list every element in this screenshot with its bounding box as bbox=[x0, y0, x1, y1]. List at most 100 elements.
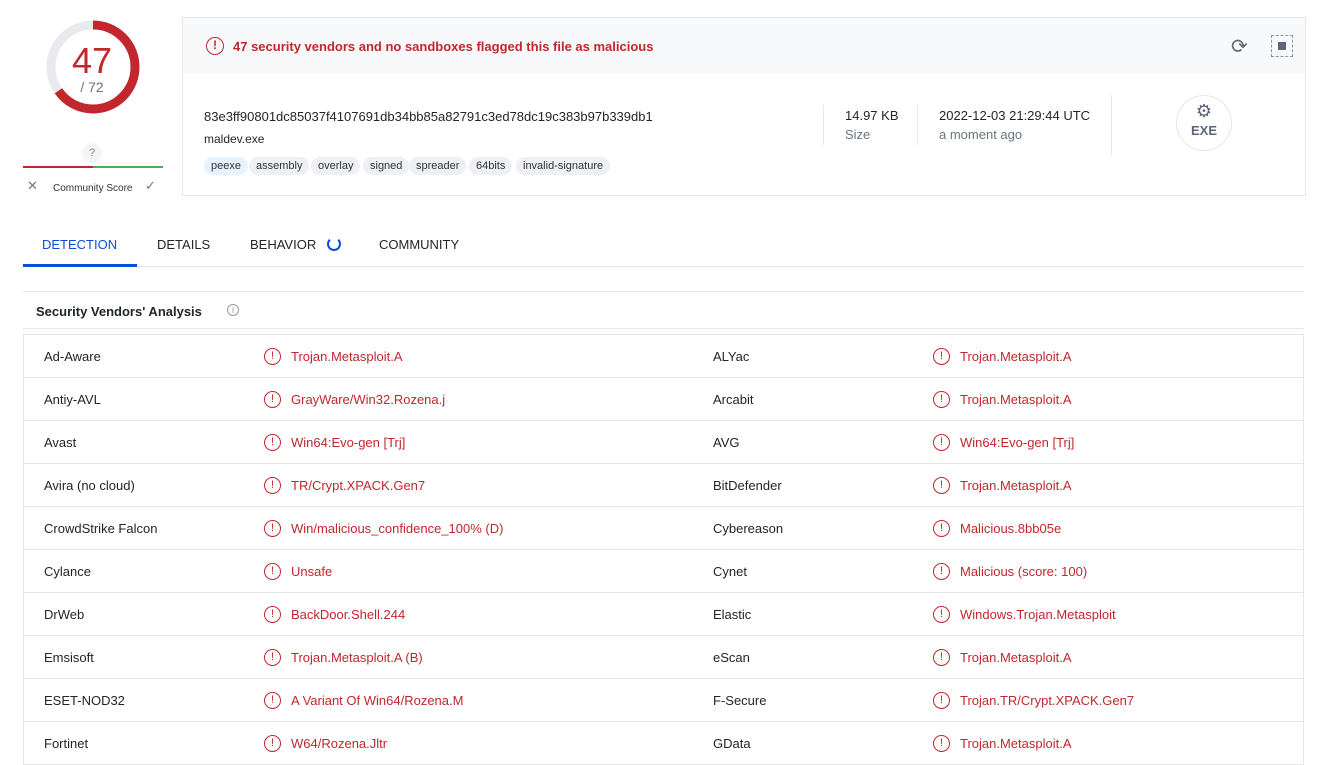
detection-result: Windows.Trojan.Metasploit bbox=[960, 607, 1116, 622]
table-row: Fortinet! W64/Rozena.Jltr GData! Trojan.Met… bbox=[24, 722, 1303, 765]
vendor-name: DrWeb bbox=[44, 607, 85, 622]
alert-icon: ! bbox=[933, 606, 950, 623]
reanalyze-icon[interactable]: ⟳ bbox=[1231, 34, 1248, 59]
vendor-name: Ad-Aware bbox=[44, 349, 101, 364]
alert-icon: ! bbox=[264, 606, 281, 623]
detection-result: A Variant Of Win64/Rozena.M bbox=[291, 693, 464, 708]
tag-peexe[interactable]: peexe bbox=[204, 157, 248, 175]
alert-icon: ! bbox=[206, 37, 224, 55]
vendor-name: eScan bbox=[713, 650, 750, 665]
table-row: Emsisoft! Trojan.Metasploit.A (B) eScan! Tr… bbox=[24, 636, 1303, 679]
gears-icon: ⚙ bbox=[1195, 101, 1213, 121]
vendor-name: Avast bbox=[44, 435, 77, 450]
section-title: Security Vendors' Analysis bbox=[36, 304, 202, 319]
vendor-name: F-Secure bbox=[713, 693, 767, 708]
detection-banner: ! 47 security vendors and no sandboxes f… bbox=[183, 18, 1305, 74]
detection-total: / 72 bbox=[80, 79, 104, 95]
detection-result: Trojan.Metasploit.A bbox=[960, 650, 1072, 665]
alert-icon: ! bbox=[933, 477, 950, 494]
vendor-name: ALYac bbox=[713, 349, 750, 364]
loading-spinner-icon bbox=[327, 237, 341, 251]
alert-icon: ! bbox=[933, 348, 950, 365]
detection-result: Trojan.Metasploit.A bbox=[960, 392, 1072, 407]
detection-result: TR/Crypt.XPACK.Gen7 bbox=[291, 478, 426, 493]
detection-result: Trojan.Metasploit.A (B) bbox=[291, 650, 423, 665]
analysis-date-relative: a moment ago bbox=[939, 127, 1023, 142]
alert-icon: ! bbox=[264, 563, 281, 580]
tab-detection[interactable]: DETECTION bbox=[42, 237, 117, 252]
vote-harmless-icon[interactable]: ✓ bbox=[145, 178, 156, 194]
tag-spreader[interactable]: spreader bbox=[409, 157, 467, 175]
file-summary-card: ! 47 security vendors and no sandboxes f… bbox=[182, 17, 1306, 196]
vote-malicious-icon[interactable]: ✕ bbox=[27, 178, 38, 194]
vendor-name: Avira (no cloud) bbox=[44, 478, 135, 493]
vendor-name: AVG bbox=[713, 435, 740, 450]
detection-result: Trojan.TR/Crypt.XPACK.Gen7 bbox=[960, 693, 1135, 708]
tag-overlay[interactable]: overlay bbox=[311, 157, 361, 175]
alert-icon: ! bbox=[264, 735, 281, 752]
detection-result: Win64:Evo-gen [Trj] bbox=[291, 435, 406, 450]
detection-result: GrayWare/Win32.Rozena.j bbox=[291, 392, 446, 407]
vendor-name: Antiy-AVL bbox=[44, 392, 101, 407]
alert-icon: ! bbox=[933, 649, 950, 666]
vendor-name: Elastic bbox=[713, 607, 752, 622]
alert-icon: ! bbox=[933, 735, 950, 752]
tag-assembly[interactable]: assembly bbox=[249, 157, 310, 175]
detection-result: Win64:Evo-gen [Trj] bbox=[960, 435, 1075, 450]
alert-icon: ! bbox=[264, 520, 281, 537]
vendor-name: BitDefender bbox=[713, 478, 782, 493]
section-header: Security Vendors' Analysis i bbox=[23, 291, 1304, 329]
community-score-value: ? bbox=[82, 143, 102, 163]
alert-icon: ! bbox=[933, 391, 950, 408]
alert-icon: ! bbox=[264, 348, 281, 365]
vendor-name: GData bbox=[713, 736, 751, 751]
tab-community[interactable]: COMMUNITY bbox=[379, 237, 459, 252]
detection-result: Malicious.8bb05e bbox=[960, 521, 1062, 536]
vendor-name: Cylance bbox=[44, 564, 91, 579]
table-row: Avast! Win64:Evo-gen [Trj] AVG! Win64:Evo-g… bbox=[24, 421, 1303, 464]
detection-result: Trojan.Metasploit.A bbox=[960, 478, 1072, 493]
detection-result: Win/malicious_confidence_100% (D) bbox=[291, 521, 504, 536]
vendor-name: CrowdStrike Falcon bbox=[44, 521, 158, 536]
alert-icon: ! bbox=[264, 477, 281, 494]
table-row: DrWeb! BackDoor.Shell.244 Elastic! Windows.… bbox=[24, 593, 1303, 636]
tab-details[interactable]: DETAILS bbox=[157, 237, 210, 252]
detection-result: Trojan.Metasploit.A bbox=[291, 349, 403, 364]
detection-result: Trojan.Metasploit.A bbox=[960, 736, 1072, 751]
analysis-date: 2022-12-03 21:29:44 UTC bbox=[939, 108, 1091, 123]
info-icon[interactable]: i bbox=[227, 304, 239, 316]
community-score-bar bbox=[23, 166, 163, 168]
table-row: Ad-Aware! Trojan.Metasploit.A ALYac! Trojan… bbox=[24, 335, 1303, 378]
community-score-label: Community Score bbox=[53, 183, 133, 194]
vendor-name: Fortinet bbox=[44, 736, 89, 751]
detection-result: BackDoor.Shell.244 bbox=[291, 607, 406, 622]
graph-icon[interactable] bbox=[1271, 35, 1293, 57]
alert-icon: ! bbox=[933, 563, 950, 580]
table-row: ESET-NOD32! A Variant Of Win64/Rozena.M F-… bbox=[24, 679, 1303, 722]
vendors-table: Ad-Aware! Trojan.Metasploit.A ALYac! Trojan… bbox=[23, 334, 1304, 765]
file-type-icon: ⚙ EXE bbox=[1176, 95, 1232, 151]
detection-result: W64/Rozena.Jltr bbox=[291, 736, 388, 751]
alert-icon: ! bbox=[264, 692, 281, 709]
file-size-label: Size bbox=[845, 127, 871, 142]
tag-64bits[interactable]: 64bits bbox=[469, 157, 513, 175]
tab-behavior[interactable]: BEHAVIOR bbox=[250, 237, 316, 252]
file-hash[interactable]: 83e3ff90801dc85037f4107691db34bb85a82791… bbox=[204, 109, 653, 124]
active-tab-indicator bbox=[23, 264, 137, 267]
alert-icon: ! bbox=[933, 434, 950, 451]
table-row: Antiy-AVL! GrayWare/Win32.Rozena.j Arcabit… bbox=[24, 378, 1303, 421]
vendor-name: Cynet bbox=[713, 564, 747, 579]
vendor-name: Cybereason bbox=[713, 521, 784, 536]
tag-invalid-signature[interactable]: invalid-signature bbox=[516, 157, 611, 175]
detection-count: 47 bbox=[71, 40, 113, 81]
file-size: 14.97 KB bbox=[845, 108, 899, 123]
tag-signed[interactable]: signed bbox=[363, 157, 410, 175]
alert-icon: ! bbox=[264, 649, 281, 666]
detection-result: Trojan.Metasploit.A bbox=[960, 349, 1072, 364]
detection-result: Malicious (score: 100) bbox=[960, 564, 1088, 579]
vendor-name: Arcabit bbox=[713, 392, 754, 407]
detection-result: Unsafe bbox=[291, 564, 333, 579]
table-row: CrowdStrike Falcon! Win/malicious_confide… bbox=[24, 507, 1303, 550]
table-row: Cylance! Unsafe Cynet! Malicious (score: 10… bbox=[24, 550, 1303, 593]
tab-divider bbox=[23, 266, 1304, 267]
